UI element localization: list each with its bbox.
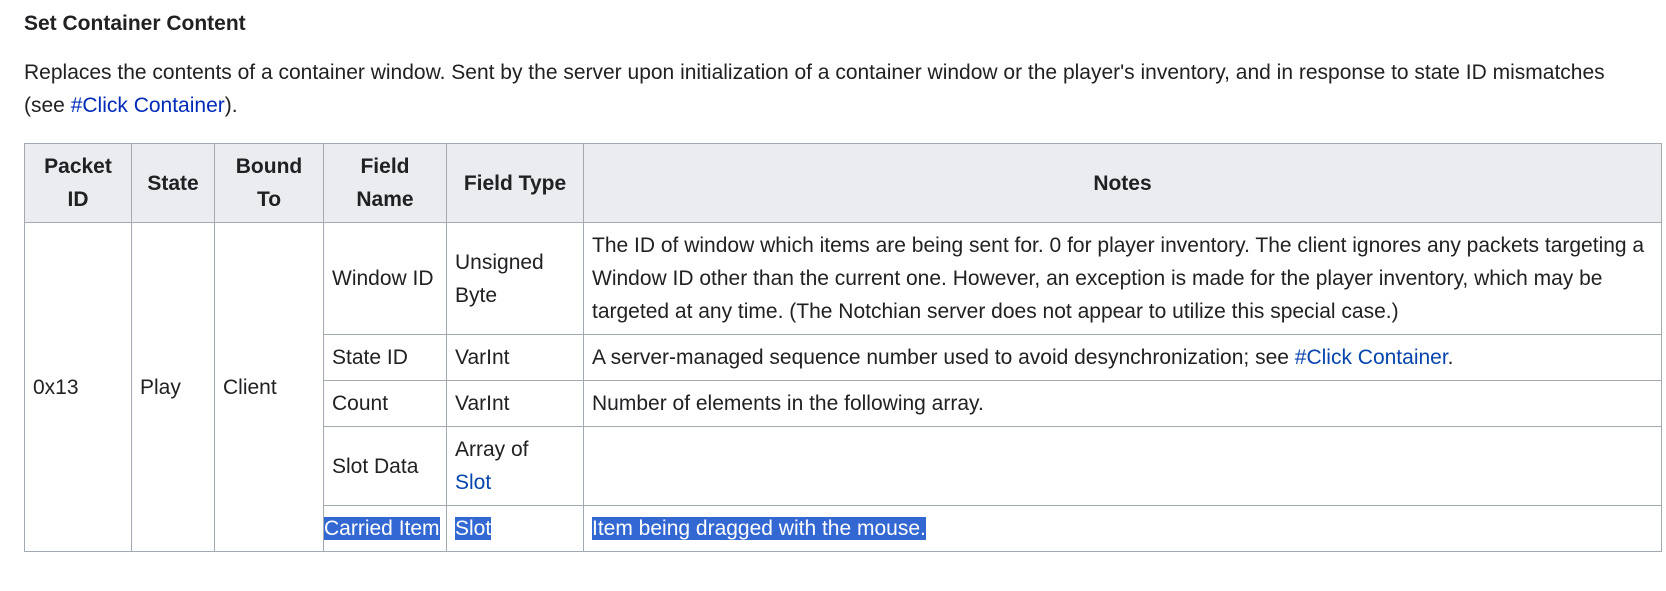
notes-cell: Number of elements in the following arra… [583, 380, 1662, 427]
field-type-cell: VarInt [446, 334, 584, 381]
description-text-end: ). [224, 94, 238, 117]
notes-cell: Item being dragged with the mouse. [583, 505, 1662, 552]
section-description: Replaces the contents of a container win… [24, 56, 1624, 122]
header-field-type: Field Type [446, 143, 584, 223]
selected-text: Item being dragged with the mouse. [592, 517, 926, 540]
selected-text: Slot [455, 517, 492, 540]
slot-link[interactable]: Slot [455, 471, 491, 494]
table-header-row: Packet ID State Bound To Field Name Fiel… [24, 143, 1662, 223]
field-type-cell: Unsigned Byte [446, 222, 584, 335]
header-notes: Notes [583, 143, 1662, 223]
field-type-cell: Array of Slot [446, 426, 584, 506]
field-type-cell: Slot [446, 505, 584, 552]
packet-id-cell: 0x13 [24, 222, 132, 552]
state-cell: Play [131, 222, 215, 552]
click-container-link[interactable]: #Click Container [71, 94, 225, 117]
notes-cell: The ID of window which items are being s… [583, 222, 1662, 335]
notes-cell: A server-managed sequence number used to… [583, 334, 1662, 381]
field-name-cell: State ID [323, 334, 447, 381]
header-bound-to: Bound To [214, 143, 324, 223]
packet-table: Packet ID State Bound To Field Name Fiel… [24, 143, 1662, 552]
click-container-link[interactable]: #Click Container [1295, 346, 1448, 369]
table-row: 0x13 Play Client Window ID Unsigned Byte… [24, 222, 1662, 552]
field-name-cell: Count [323, 380, 447, 427]
description-text-start: Replaces the contents of a container win… [24, 61, 1605, 117]
notes-cell [583, 426, 1662, 506]
field-name-cell: Window ID [323, 222, 447, 335]
header-field-name: Field Name [323, 143, 447, 223]
header-state: State [131, 143, 215, 223]
notes-text-start: A server-managed sequence number used to… [592, 346, 1295, 369]
field-type-prefix: Array of [455, 438, 529, 461]
section-title: Set Container Content [24, 12, 246, 35]
bound-to-cell: Client [214, 222, 324, 552]
field-type-cell: VarInt [446, 380, 584, 427]
notes-text-end: . [1447, 346, 1454, 369]
field-name-cell: Carried Item [323, 505, 447, 552]
selected-text: Carried Item [324, 517, 440, 540]
field-name-cell: Slot Data [323, 426, 447, 506]
header-packet-id: Packet ID [24, 143, 132, 223]
